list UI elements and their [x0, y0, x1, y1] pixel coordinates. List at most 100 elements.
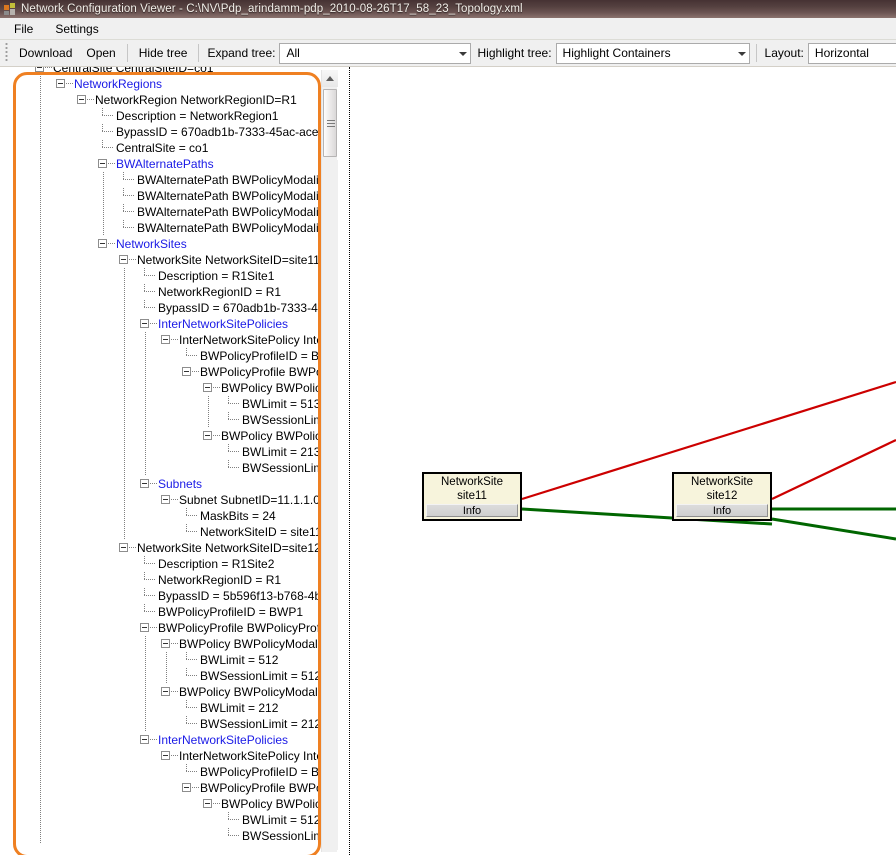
tree-expander-icon[interactable]: [203, 799, 212, 808]
tree-node[interactable]: BWAlternatePaths: [14, 156, 320, 172]
tree-expander-icon[interactable]: [203, 431, 212, 440]
tree-node[interactable]: BWLimit = 213: [14, 444, 320, 460]
tree-node[interactable]: BWPolicy BWPolicyModality=V: [14, 684, 320, 700]
diagram-node-site11[interactable]: NetworkSite site11 Info: [422, 472, 522, 521]
diagram-node-site12[interactable]: NetworkSite site12 Info: [672, 472, 772, 521]
tree-node[interactable]: CentralSite CentralSiteID=co1: [14, 67, 320, 76]
tree-node[interactable]: BWAlternatePath BWPolicyModality=A: [14, 172, 320, 188]
tree-node[interactable]: InterNetworkSitePolicies: [14, 732, 320, 748]
app-icon: [4, 3, 16, 15]
tree-expander-icon[interactable]: [161, 639, 170, 648]
node-info-button[interactable]: Info: [676, 504, 768, 517]
diagram-canvas[interactable]: NetworkSite site11 Info NetworkSite site…: [0, 67, 896, 855]
tree-node[interactable]: InterNetworkSitePolicy InterNe: [14, 748, 320, 764]
tree-node[interactable]: BWSessionLimit =: [14, 460, 320, 476]
tree-node-label: NetworkRegionID = R1: [158, 573, 282, 587]
tree-expander-icon[interactable]: [161, 751, 170, 760]
menu-item-file[interactable]: File: [6, 19, 41, 39]
tree-node[interactable]: NetworkSiteID = site11: [14, 524, 320, 540]
tree-node[interactable]: BWPolicy BWPolicyModality=A: [14, 636, 320, 652]
tree-node[interactable]: BWPolicyProfileID = BWP: [14, 764, 320, 780]
tree-node[interactable]: InterNetworkSitePolicy InterNe: [14, 332, 320, 348]
tree-node[interactable]: BWAlternatePath BWPolicyModality=V: [14, 188, 320, 204]
tree-node[interactable]: Description = R1Site1: [14, 268, 320, 284]
tree-node[interactable]: BWLimit = 512: [14, 812, 320, 828]
tree-node[interactable]: BWSessionLimit =: [14, 412, 320, 428]
node-info-button[interactable]: Info: [426, 504, 518, 517]
window-titlebar: Network Configuration Viewer - C:\NV\Pdp…: [0, 0, 896, 18]
tree-node[interactable]: NetworkSite NetworkSiteID=site11: [14, 252, 320, 268]
layout-select[interactable]: Horizontal: [807, 42, 896, 64]
tree-vertical-scrollbar[interactable]: [321, 70, 338, 852]
scroll-up-icon[interactable]: [322, 70, 338, 87]
tree-node[interactable]: Description = NetworkRegion1: [14, 108, 320, 124]
tree-node[interactable]: BWLimit = 512: [14, 652, 320, 668]
tree-node[interactable]: BWPolicy BWPolicyM: [14, 380, 320, 396]
tree-node[interactable]: NetworkSite NetworkSiteID=site12: [14, 540, 320, 556]
tree-node[interactable]: NetworkRegionID = R1: [14, 284, 320, 300]
tree-node[interactable]: BypassID = 670adb1b-7333-45ac-: [14, 300, 320, 316]
tree-node[interactable]: BWPolicy BWPolicyM: [14, 428, 320, 444]
tree-node[interactable]: Subnet SubnetID=11.1.1.0: [14, 492, 320, 508]
tree-node[interactable]: BWAlternatePath BWPolicyModality=V: [14, 220, 320, 236]
open-button[interactable]: Open: [79, 42, 122, 64]
tree-node[interactable]: BWPolicyProfile BWPolicy: [14, 364, 320, 380]
tree-expander-icon[interactable]: [140, 623, 149, 632]
tree-node[interactable]: BypassID = 670adb1b-7333-45ac-ace8-06: [14, 124, 320, 140]
tree-node[interactable]: BWPolicy BWPolicyM: [14, 796, 320, 812]
tree-node[interactable]: BWLimit = 513: [14, 396, 320, 412]
tree-expander-icon[interactable]: [77, 95, 86, 104]
tree-node[interactable]: BWPolicyProfileID = BWP1: [14, 604, 320, 620]
tree-node[interactable]: BWSessionLimit =: [14, 828, 320, 844]
tree-expander-icon[interactable]: [140, 319, 149, 328]
highlight-tree-value: Highlight Containers: [562, 46, 671, 60]
tree-node[interactable]: BWAlternatePath BWPolicyModality=A: [14, 204, 320, 220]
tree-expander-icon[interactable]: [140, 735, 149, 744]
tree-node[interactable]: NetworkRegion NetworkRegionID=R1: [14, 92, 320, 108]
tree-expander-icon[interactable]: [203, 383, 212, 392]
tree-node[interactable]: NetworkRegionID = R1: [14, 572, 320, 588]
tree-node-label: BWSessionLimit =: [242, 461, 320, 475]
tree-expander-icon[interactable]: [119, 255, 128, 264]
tree-node[interactable]: BWPolicyProfile BWPolicy: [14, 780, 320, 796]
chevron-down-icon[interactable]: [456, 43, 471, 63]
tree-node[interactable]: BWSessionLimit = 212: [14, 716, 320, 732]
tree-node[interactable]: BWPolicyProfileID = BWP: [14, 348, 320, 364]
download-button[interactable]: Download: [12, 42, 79, 64]
tree-expander-icon[interactable]: [182, 783, 191, 792]
tree-expander-icon[interactable]: [119, 543, 128, 552]
tree-expander-icon[interactable]: [35, 67, 44, 72]
tree-viewport[interactable]: CentralSite CentralSiteID=co1 NetworkRegi…: [14, 67, 320, 855]
tree-node[interactable]: NetworkRegions: [14, 76, 320, 92]
tree-node-label: Subnets: [158, 477, 203, 491]
menu-item-settings[interactable]: Settings: [47, 19, 106, 39]
hide-tree-button[interactable]: Hide tree: [132, 42, 195, 64]
tree-expander-icon[interactable]: [140, 479, 149, 488]
tree-panel[interactable]: CentralSite CentralSiteID=co1 NetworkRegi…: [0, 67, 350, 855]
scrollbar-track[interactable]: [322, 160, 338, 850]
tree-node-label: BWAlternatePath BWPolicyModality=A: [137, 205, 320, 219]
tree-node[interactable]: BWLimit = 212: [14, 700, 320, 716]
tree-expander-icon[interactable]: [161, 495, 170, 504]
tree-node[interactable]: BypassID = 5b596f13-b768-4b6e-a: [14, 588, 320, 604]
toolbar-grip[interactable]: [3, 43, 10, 63]
tree-node[interactable]: NetworkSites: [14, 236, 320, 252]
expand-tree-select[interactable]: All: [279, 42, 472, 64]
tree-expander-icon[interactable]: [56, 79, 65, 88]
tree-node[interactable]: MaskBits = 24: [14, 508, 320, 524]
scrollbar-thumb[interactable]: [323, 89, 337, 157]
highlight-tree-select[interactable]: Highlight Containers: [555, 42, 750, 64]
chevron-down-icon[interactable]: [734, 43, 749, 63]
tree-node[interactable]: BWPolicyProfile BWPolicyProfileID: [14, 620, 320, 636]
tree-node[interactable]: Subnets: [14, 476, 320, 492]
tree-node[interactable]: BWSessionLimit = 512: [14, 668, 320, 684]
tree-expander-icon[interactable]: [98, 239, 107, 248]
tree-expander-icon[interactable]: [98, 159, 107, 168]
tree-node[interactable]: Description = R1Site2: [14, 556, 320, 572]
tree-expander-icon[interactable]: [182, 367, 191, 376]
tree-node[interactable]: CentralSite = co1: [14, 140, 320, 156]
tree-expander-icon[interactable]: [161, 687, 170, 696]
tree-node[interactable]: InterNetworkSitePolicies: [14, 316, 320, 332]
tree-expander-icon[interactable]: [161, 335, 170, 344]
tree-node-label: BWPolicyProfileID = BWP: [200, 349, 320, 363]
